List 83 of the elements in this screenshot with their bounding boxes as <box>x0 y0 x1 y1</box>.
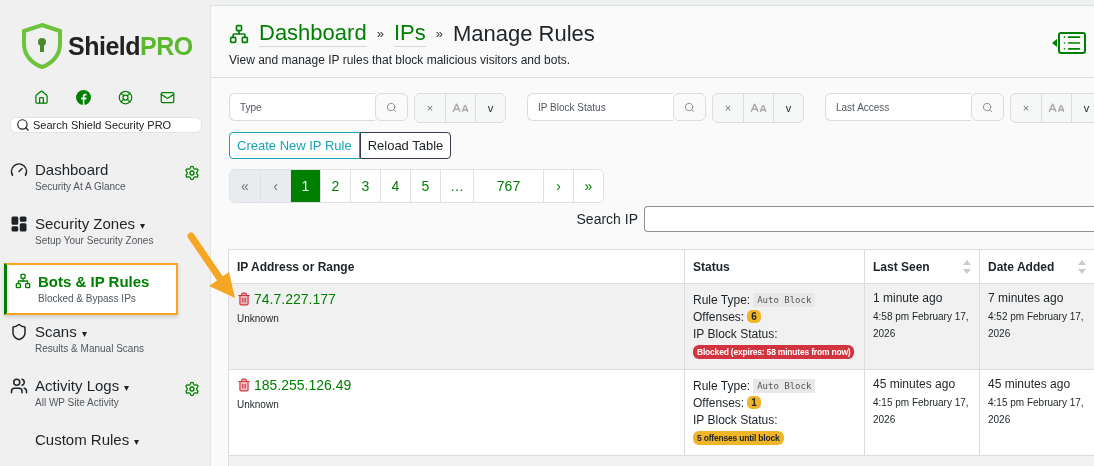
offenses-count: 6 <box>747 310 761 323</box>
facebook-icon[interactable] <box>75 90 91 105</box>
more-button[interactable]: v <box>773 94 803 122</box>
caret-icon <box>1052 39 1057 47</box>
reload-button[interactable]: Reload Table <box>359 132 452 159</box>
more-button[interactable]: v <box>475 94 505 122</box>
page-button[interactable]: › <box>543 170 573 202</box>
logo-text: ShieldPRO <box>68 31 193 61</box>
search-icon <box>16 118 30 132</box>
offenses-label: Offenses: <box>693 395 745 410</box>
breadcrumb-link[interactable]: Dashboard <box>259 20 367 47</box>
home-icon[interactable] <box>33 90 49 105</box>
breadcrumb-link[interactable]: IPs <box>393 20 426 47</box>
search-field[interactable]: Search Shield Security PRO <box>10 117 202 133</box>
block-status-label: IP Block Status: <box>693 326 778 341</box>
settings-icon[interactable] <box>184 165 200 181</box>
page-button[interactable]: 4 <box>380 170 410 202</box>
rule-type-label: Rule Type: <box>693 378 751 393</box>
sidebar-item[interactable]: Bots & IP Rules Blocked & Bypass IPs <box>4 263 178 315</box>
delete-icon[interactable] <box>237 378 251 392</box>
page-button[interactable]: 1 <box>290 170 320 202</box>
date-added-date: 4:52 pm February 17, 2026 <box>988 310 1085 341</box>
search-ip-field[interactable] <box>644 206 1094 232</box>
clear-button[interactable]: × <box>713 94 743 122</box>
rule-type-value: Auto Block <box>753 378 816 393</box>
status-badge: 5 offenses until block <box>693 431 784 445</box>
create-button[interactable]: Create New IP Rule <box>229 132 360 159</box>
sidebar-item[interactable]: Activity Logs ▾ All WP Site Activity <box>0 371 210 425</box>
sidebar-item[interactable]: Custom Rules ▾ <box>0 425 210 466</box>
date-added-date: 4:15 pm February 17, 2026 <box>988 396 1085 427</box>
location-text: Unknown <box>237 399 279 410</box>
search-icon <box>982 101 993 113</box>
last-seen-date: 4:15 pm February 17, 2026 <box>873 396 970 427</box>
filter-field[interactable]: Last Access <box>825 93 971 121</box>
page-description: View and manage IP rules that block malicious visitors and bots. <box>229 53 572 67</box>
location-text: Unknown <box>237 313 279 324</box>
layout-icon <box>10 215 28 233</box>
clear-button[interactable]: × <box>1011 94 1041 122</box>
page-button[interactable]: 5 <box>410 170 440 202</box>
last-seen-date: 4:58 pm February 17, 2026 <box>873 310 970 341</box>
date-added-text: 7 minutes ago <box>988 291 1064 305</box>
breadcrumb-separator: » <box>376 26 384 41</box>
search-label: Search IP <box>576 211 638 227</box>
clear-button[interactable]: × <box>415 94 445 122</box>
offenses-count: 1 <box>747 396 761 409</box>
settings-icon[interactable] <box>184 381 200 397</box>
list-icon <box>1062 33 1082 53</box>
network-icon <box>229 23 249 44</box>
search-icon <box>684 101 695 113</box>
last-seen-text: 45 minutes ago <box>873 377 956 391</box>
lifebuoy-icon[interactable] <box>117 90 133 105</box>
filter-field[interactable]: Type <box>229 93 375 121</box>
rule-type-value: Auto Block <box>753 292 816 307</box>
shield-logo-icon <box>20 22 64 70</box>
sidebar-item[interactable]: Dashboard Security At A Glance <box>0 155 210 209</box>
mail-icon[interactable] <box>159 90 175 105</box>
filter-field[interactable]: IP Block Status <box>527 93 673 121</box>
pointer-arrow <box>185 232 237 300</box>
rule-type-label: Rule Type: <box>693 292 751 307</box>
ip-link[interactable]: 185.255.126.49 <box>254 377 352 393</box>
page-button[interactable]: » <box>573 170 603 202</box>
offenses-label: Offenses: <box>693 309 745 324</box>
page-button[interactable]: 767 <box>473 170 543 202</box>
users-icon <box>10 377 28 395</box>
page-title: Manage Rules <box>452 20 595 47</box>
shield-icon <box>10 323 28 341</box>
network-icon <box>15 273 31 289</box>
block-status-label: IP Block Status: <box>693 412 778 427</box>
menu-toggle-button[interactable] <box>1052 32 1086 54</box>
breadcrumb-separator: » <box>435 26 443 41</box>
last-seen-text: 1 minute ago <box>873 291 943 305</box>
page-button[interactable]: 3 <box>350 170 380 202</box>
sidebar-item[interactable]: Scans ▾ Results & Manual Scans <box>0 317 210 371</box>
page-button[interactable]: 2 <box>320 170 350 202</box>
more-button[interactable]: v <box>1071 94 1094 122</box>
date-added-text: 45 minutes ago <box>988 377 1071 391</box>
sidebar-item[interactable]: Security Zones ▾ Setup Your Security Zones <box>0 209 210 263</box>
page-button[interactable]: … <box>440 170 473 202</box>
status-badge: Blocked (expires: 58 minutes from now) <box>693 345 855 359</box>
gauge-icon <box>10 161 28 179</box>
ip-link[interactable]: 74.7.227.177 <box>254 291 336 307</box>
search-icon <box>386 101 397 113</box>
delete-icon[interactable] <box>237 292 251 306</box>
